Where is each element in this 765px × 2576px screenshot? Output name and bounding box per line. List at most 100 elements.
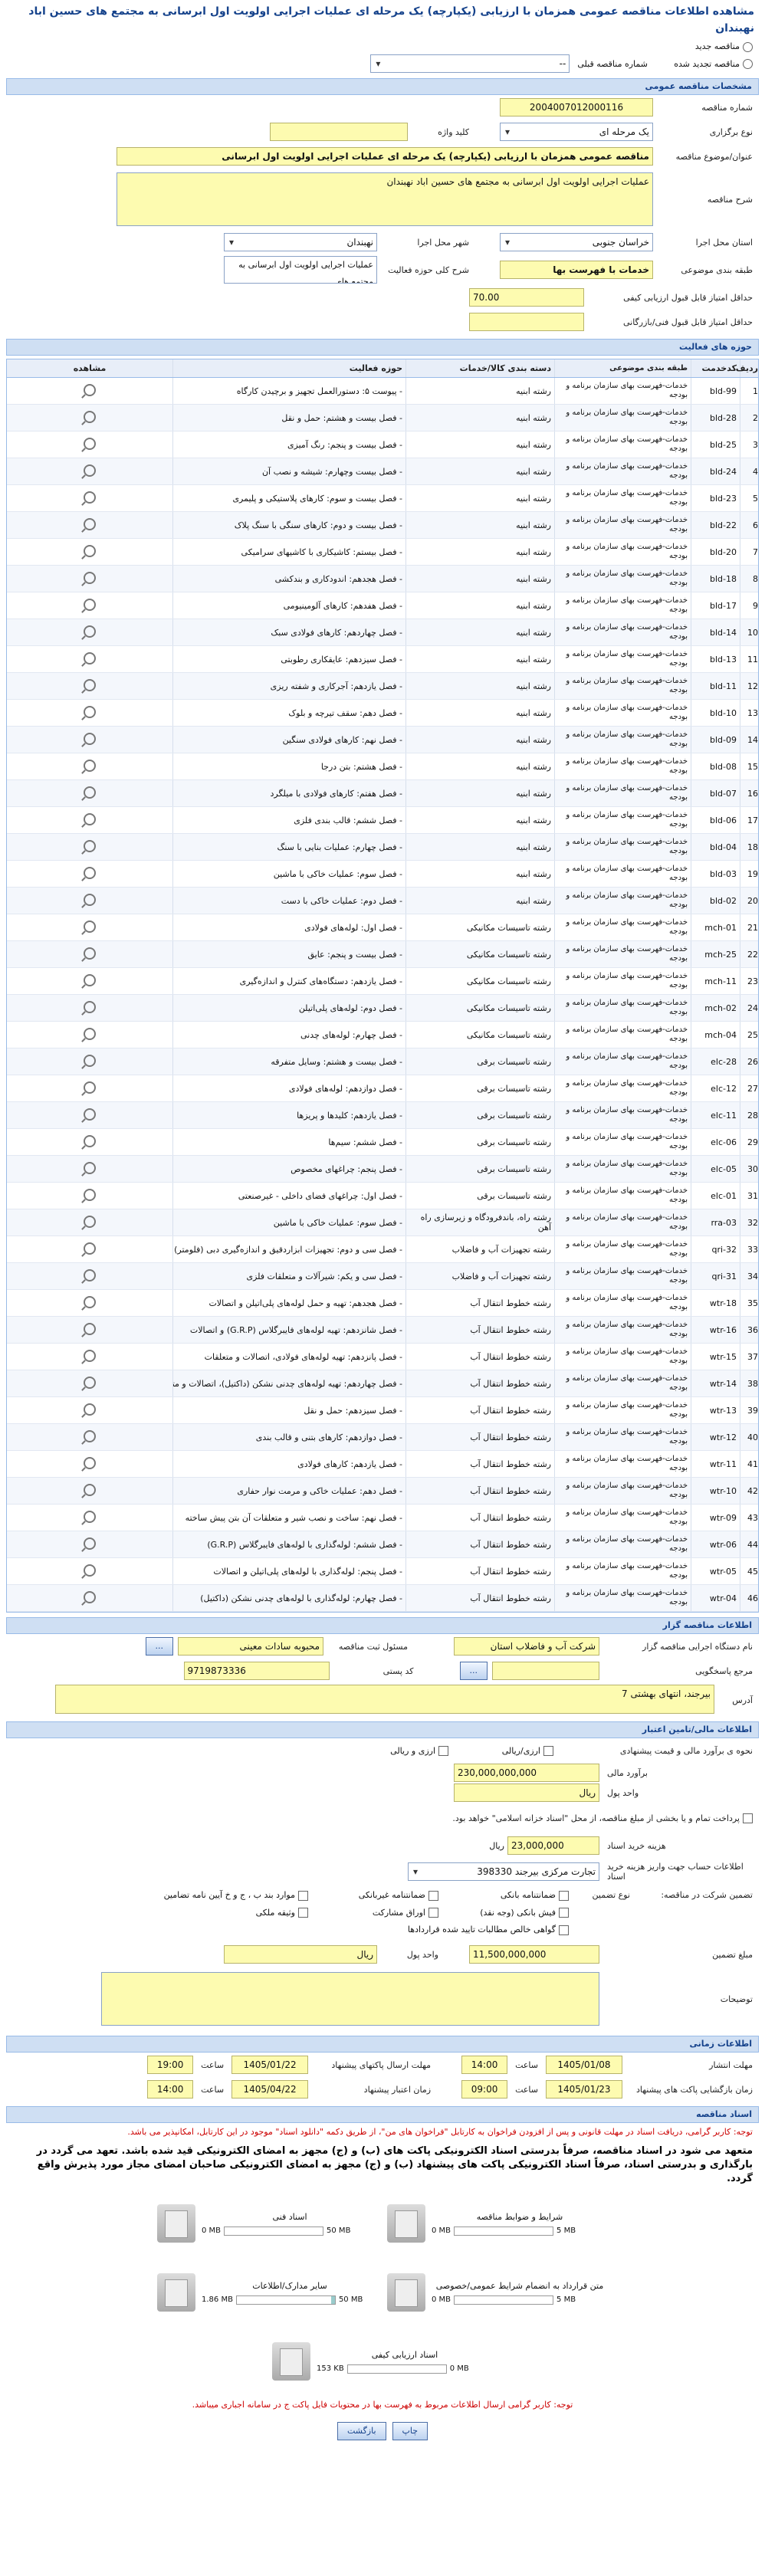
magnifier-icon[interactable] bbox=[84, 437, 96, 450]
subject-field[interactable]: مناقصه عمومی همزمان با ارزیابی (یکپارچه)… bbox=[117, 147, 653, 166]
recv-time[interactable]: 19:00 bbox=[147, 2056, 194, 2074]
org-field[interactable]: شرکت آب و فاضلاب استان bbox=[454, 1637, 599, 1656]
magnifier-icon[interactable] bbox=[84, 571, 96, 584]
est-rial-check[interactable] bbox=[543, 1745, 553, 1756]
open-date[interactable]: 1405/01/23 bbox=[546, 2080, 622, 2099]
recv-date[interactable]: 1405/01/22 bbox=[231, 2056, 309, 2074]
notes-field[interactable] bbox=[101, 1972, 599, 2026]
magnifier-icon[interactable] bbox=[84, 1295, 96, 1308]
doc-file[interactable]: سایر مدارک/اطلاعات 1.86 MB 50 MB bbox=[153, 2258, 382, 2327]
amount-field[interactable]: 230,000,000,000 bbox=[454, 1764, 599, 1782]
magnifier-icon[interactable] bbox=[84, 1564, 96, 1577]
magnifier-icon[interactable] bbox=[84, 1188, 96, 1201]
doc-file[interactable]: اسناد فنی 0 MB 50 MB bbox=[153, 2189, 382, 2258]
magnifier-icon[interactable] bbox=[84, 1349, 96, 1362]
magnifier-icon[interactable] bbox=[84, 598, 96, 611]
magnifier-icon[interactable] bbox=[84, 410, 96, 423]
magnifier-icon[interactable] bbox=[84, 866, 96, 879]
category-field[interactable]: خدمات با فهرست بها bbox=[500, 261, 653, 279]
magnifier-icon[interactable] bbox=[84, 1027, 96, 1040]
magnifier-icon[interactable] bbox=[84, 1268, 96, 1281]
magnifier-icon[interactable] bbox=[84, 1242, 96, 1255]
magnifier-icon[interactable] bbox=[84, 1376, 96, 1389]
magnifier-icon[interactable] bbox=[84, 732, 96, 745]
desc-field[interactable]: عملیات اجرایی اولویت اول ابرسانی به مجتم… bbox=[117, 172, 653, 226]
magnifier-icon[interactable] bbox=[84, 517, 96, 530]
magnifier-icon[interactable] bbox=[84, 893, 96, 906]
magnifier-icon[interactable] bbox=[84, 786, 96, 799]
g5-check[interactable] bbox=[428, 1908, 438, 1918]
magnifier-icon[interactable] bbox=[84, 759, 96, 772]
magnifier-icon[interactable] bbox=[84, 1429, 96, 1442]
g3-check[interactable] bbox=[298, 1890, 308, 1901]
print-button[interactable]: چاپ bbox=[392, 2422, 428, 2440]
magnifier-icon[interactable] bbox=[84, 973, 96, 986]
post-field[interactable]: 9719873336 bbox=[183, 1662, 330, 1680]
renewed-tender-radio[interactable] bbox=[743, 58, 753, 69]
magnifier-icon[interactable] bbox=[84, 1403, 96, 1416]
magnifier-icon[interactable] bbox=[84, 678, 96, 691]
pub-date[interactable]: 1405/01/08 bbox=[546, 2056, 622, 2074]
magnifier-icon[interactable] bbox=[84, 1510, 96, 1523]
doc-file[interactable]: اسناد ارزیابی کیفی 153 KB 0 MB bbox=[268, 2327, 497, 2396]
magnifier-icon[interactable] bbox=[84, 544, 96, 557]
magnifier-icon[interactable] bbox=[84, 1483, 96, 1496]
magnifier-icon[interactable] bbox=[84, 1215, 96, 1228]
g7-check[interactable] bbox=[559, 1925, 569, 1935]
magnifier-icon[interactable] bbox=[84, 920, 96, 933]
responsible-more-button[interactable]: ... bbox=[145, 1637, 173, 1656]
back-button[interactable]: بازگشت bbox=[337, 2422, 386, 2440]
magnifier-icon[interactable] bbox=[84, 1054, 96, 1067]
address-field[interactable]: بیرجند، انتهای بهشتی 7 bbox=[55, 1685, 714, 1714]
magnifier-icon[interactable] bbox=[84, 625, 96, 638]
magnifier-icon[interactable] bbox=[84, 1456, 96, 1469]
scope-field[interactable]: عملیات اجرایی اولویت اول ابرسانی به مجتم… bbox=[224, 256, 377, 284]
g2-check[interactable] bbox=[428, 1890, 438, 1901]
magnifier-icon[interactable] bbox=[84, 491, 96, 504]
ref-field[interactable] bbox=[492, 1662, 599, 1680]
doc-file[interactable]: متن قرارداد به انضمام شرایط عمومی/خصوصی 0… bbox=[382, 2258, 612, 2327]
magnifier-icon[interactable] bbox=[84, 705, 96, 718]
min-quality-field[interactable]: 70.00 bbox=[469, 288, 584, 307]
magnifier-icon[interactable] bbox=[84, 1134, 96, 1147]
valid-date[interactable]: 1405/04/22 bbox=[231, 2080, 309, 2099]
magnifier-icon[interactable] bbox=[84, 1537, 96, 1550]
keyword-field[interactable] bbox=[270, 123, 408, 141]
open-time[interactable]: 09:00 bbox=[461, 2080, 508, 2099]
valid-time[interactable]: 14:00 bbox=[147, 2080, 194, 2099]
g6-check[interactable] bbox=[298, 1908, 308, 1918]
magnifier-icon[interactable] bbox=[84, 1000, 96, 1013]
min-tech-field[interactable] bbox=[469, 313, 584, 331]
magnifier-icon[interactable] bbox=[84, 839, 96, 852]
magnifier-icon[interactable] bbox=[84, 812, 96, 825]
new-tender-radio[interactable] bbox=[743, 41, 753, 52]
est-both-check[interactable] bbox=[438, 1745, 448, 1756]
magnifier-icon[interactable] bbox=[84, 651, 96, 665]
pub-time[interactable]: 14:00 bbox=[461, 2056, 508, 2074]
guarantee-amount-field[interactable]: 11,500,000,000 bbox=[469, 1945, 599, 1964]
treasury-check[interactable] bbox=[743, 1813, 753, 1823]
magnifier-icon[interactable] bbox=[84, 1081, 96, 1094]
prev-tender-select[interactable]: -- bbox=[370, 54, 570, 73]
account-select[interactable]: تجارت مرکزی بیرجند 398330 bbox=[408, 1862, 599, 1881]
doc-file[interactable]: شرایط و ضوابط مناقصه 0 MB 5 MB bbox=[382, 2189, 612, 2258]
magnifier-icon[interactable] bbox=[84, 464, 96, 477]
g4-check[interactable] bbox=[559, 1908, 569, 1918]
type-select[interactable]: یک مرحله ای bbox=[500, 123, 653, 141]
table-row: 14 bld-09 خدمات-فهرست بهای سازمان برنامه و… bbox=[7, 727, 758, 753]
magnifier-icon[interactable] bbox=[84, 1108, 96, 1121]
ref-more-button[interactable]: ... bbox=[459, 1662, 488, 1680]
province-select[interactable]: خراسان جنوبی bbox=[500, 233, 653, 251]
guarantee-unit-field[interactable]: ریال bbox=[224, 1945, 377, 1964]
magnifier-icon[interactable] bbox=[84, 1590, 96, 1603]
doc-price-field[interactable]: 23,000,000 bbox=[507, 1836, 599, 1855]
magnifier-icon[interactable] bbox=[84, 947, 96, 960]
magnifier-icon[interactable] bbox=[84, 1161, 96, 1174]
g1-check[interactable] bbox=[559, 1890, 569, 1901]
magnifier-icon[interactable] bbox=[84, 383, 96, 396]
unit-field[interactable]: ریال bbox=[454, 1784, 599, 1802]
responsible-field[interactable]: محبوبه سادات معینی bbox=[178, 1637, 323, 1656]
magnifier-icon[interactable] bbox=[84, 1322, 96, 1335]
city-select[interactable]: نهبندان bbox=[224, 233, 377, 251]
tender-no-field[interactable]: 2004007012000116 bbox=[500, 98, 653, 116]
